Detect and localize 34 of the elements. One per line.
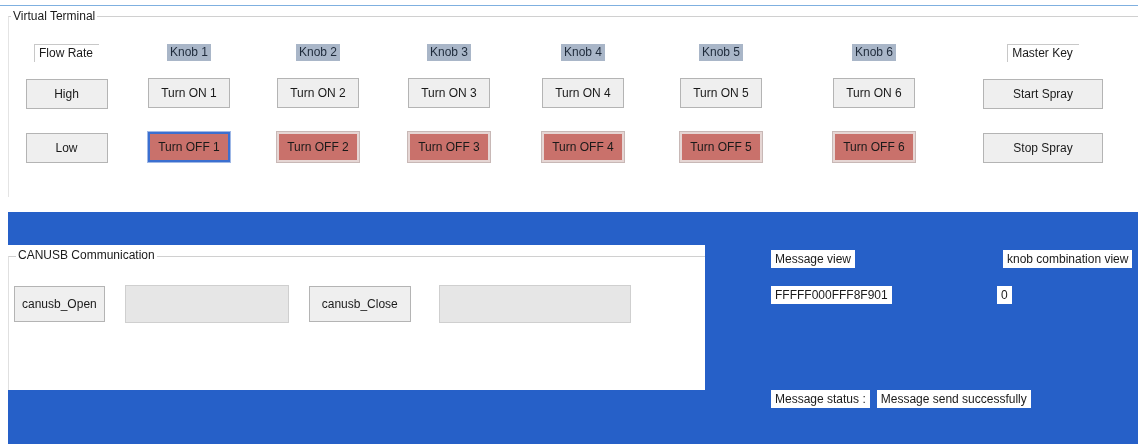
status-label: Message status : [771,390,870,408]
view-label: knob combination view [1003,250,1133,268]
action-button[interactable]: Turn ON 1 [148,78,230,108]
turn-off-button[interactable]: Turn OFF 5 [680,132,762,162]
knob-label: Knob 3 [426,44,471,61]
action-button[interactable]: Stop Spray [983,133,1103,163]
group-title: Virtual Terminal [11,10,98,23]
knob-label: Knob 5 [698,44,743,61]
turn-off-button[interactable]: Turn OFF 6 [833,132,915,162]
action-button[interactable]: Turn ON 2 [277,78,359,108]
canusb-button[interactable]: canusb_Close [308,286,411,322]
view-label: Message view [771,250,856,268]
knob-label: Knob 4 [560,44,605,61]
action-button[interactable]: Turn ON 6 [833,78,915,108]
knob-label: Knob 6 [851,44,896,61]
column-label: Master Key [1007,44,1079,62]
knob-label: Knob 1 [166,44,211,61]
turn-off-button[interactable]: Turn OFF 1 [148,132,230,162]
knob-label: Knob 2 [295,44,340,61]
column-label: Flow Rate [34,44,99,62]
turn-off-button[interactable]: Turn OFF 2 [277,132,359,162]
canusb-button[interactable]: canusb_Open [14,286,105,322]
action-button[interactable]: Low [25,133,108,163]
turn-off-button[interactable]: Turn OFF 4 [542,132,624,162]
turn-off-button[interactable]: Turn OFF 3 [408,132,490,162]
status-value: Message send successfully [876,390,1031,408]
action-button[interactable]: Start Spray [983,79,1103,109]
group-title: CANUSB Communication [16,249,157,262]
message-value: FFFFF000FFF8F901 [771,286,892,304]
action-button[interactable]: High [25,79,108,109]
knob-value: 0 [997,286,1012,304]
action-button[interactable]: Turn ON 3 [408,78,490,108]
action-button[interactable]: Turn ON 5 [680,78,762,108]
action-button[interactable]: Turn ON 4 [542,78,624,108]
